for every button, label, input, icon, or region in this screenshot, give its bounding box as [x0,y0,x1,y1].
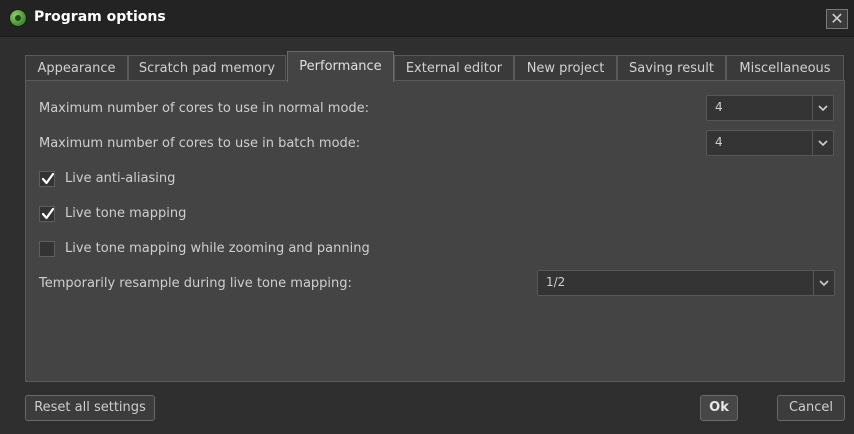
live-tone-mapping-label: Live tone mapping [65,206,187,221]
tab-performance[interactable]: Performance [287,51,394,82]
close-button[interactable]: ✕ [826,9,848,29]
live-antialiasing-checkbox[interactable] [39,171,55,187]
chevron-down-icon [812,131,833,155]
chevron-down-icon [812,96,833,120]
resample-value: 1/2 [546,275,566,289]
cores-normal-label: Maximum number of cores to use in normal… [39,101,370,116]
tab-new-project[interactable]: New project [514,55,617,81]
live-tone-mapping-zoom-label: Live tone mapping while zooming and pann… [65,241,370,256]
cores-batch-value: 4 [715,135,723,149]
cores-batch-label: Maximum number of cores to use in batch … [39,136,361,151]
resample-select[interactable]: 1/2 [537,270,835,296]
checkmark-icon [41,207,55,220]
cores-batch-select[interactable]: 4 [706,130,834,156]
checkmark-icon [41,172,55,185]
tab-appearance[interactable]: Appearance [25,55,128,81]
cancel-button[interactable]: Cancel [777,395,845,421]
reset-all-settings-button[interactable]: Reset all settings [25,395,155,421]
live-antialiasing-label: Live anti-aliasing [65,171,176,186]
resample-label: Temporarily resample during live tone ma… [39,276,352,291]
live-tone-mapping-zoom-checkbox[interactable] [39,241,55,257]
title-bar: Program options ✕ [0,0,854,37]
tab-saving-result[interactable]: Saving result [617,55,726,81]
tab-external-editor[interactable]: External editor [394,55,514,81]
tab-scratch-pad-memory[interactable]: Scratch pad memory [128,55,286,81]
window-title: Program options [34,9,166,25]
performance-panel: Maximum number of cores to use in normal… [25,80,845,382]
chevron-down-icon [813,271,834,295]
close-icon: ✕ [830,9,844,28]
ok-button[interactable]: Ok [700,395,738,421]
tab-miscellaneous[interactable]: Miscellaneous [726,55,844,81]
cores-normal-value: 4 [715,100,723,114]
live-tone-mapping-checkbox[interactable] [39,206,55,222]
app-icon [10,10,26,26]
cores-normal-select[interactable]: 4 [706,95,834,121]
